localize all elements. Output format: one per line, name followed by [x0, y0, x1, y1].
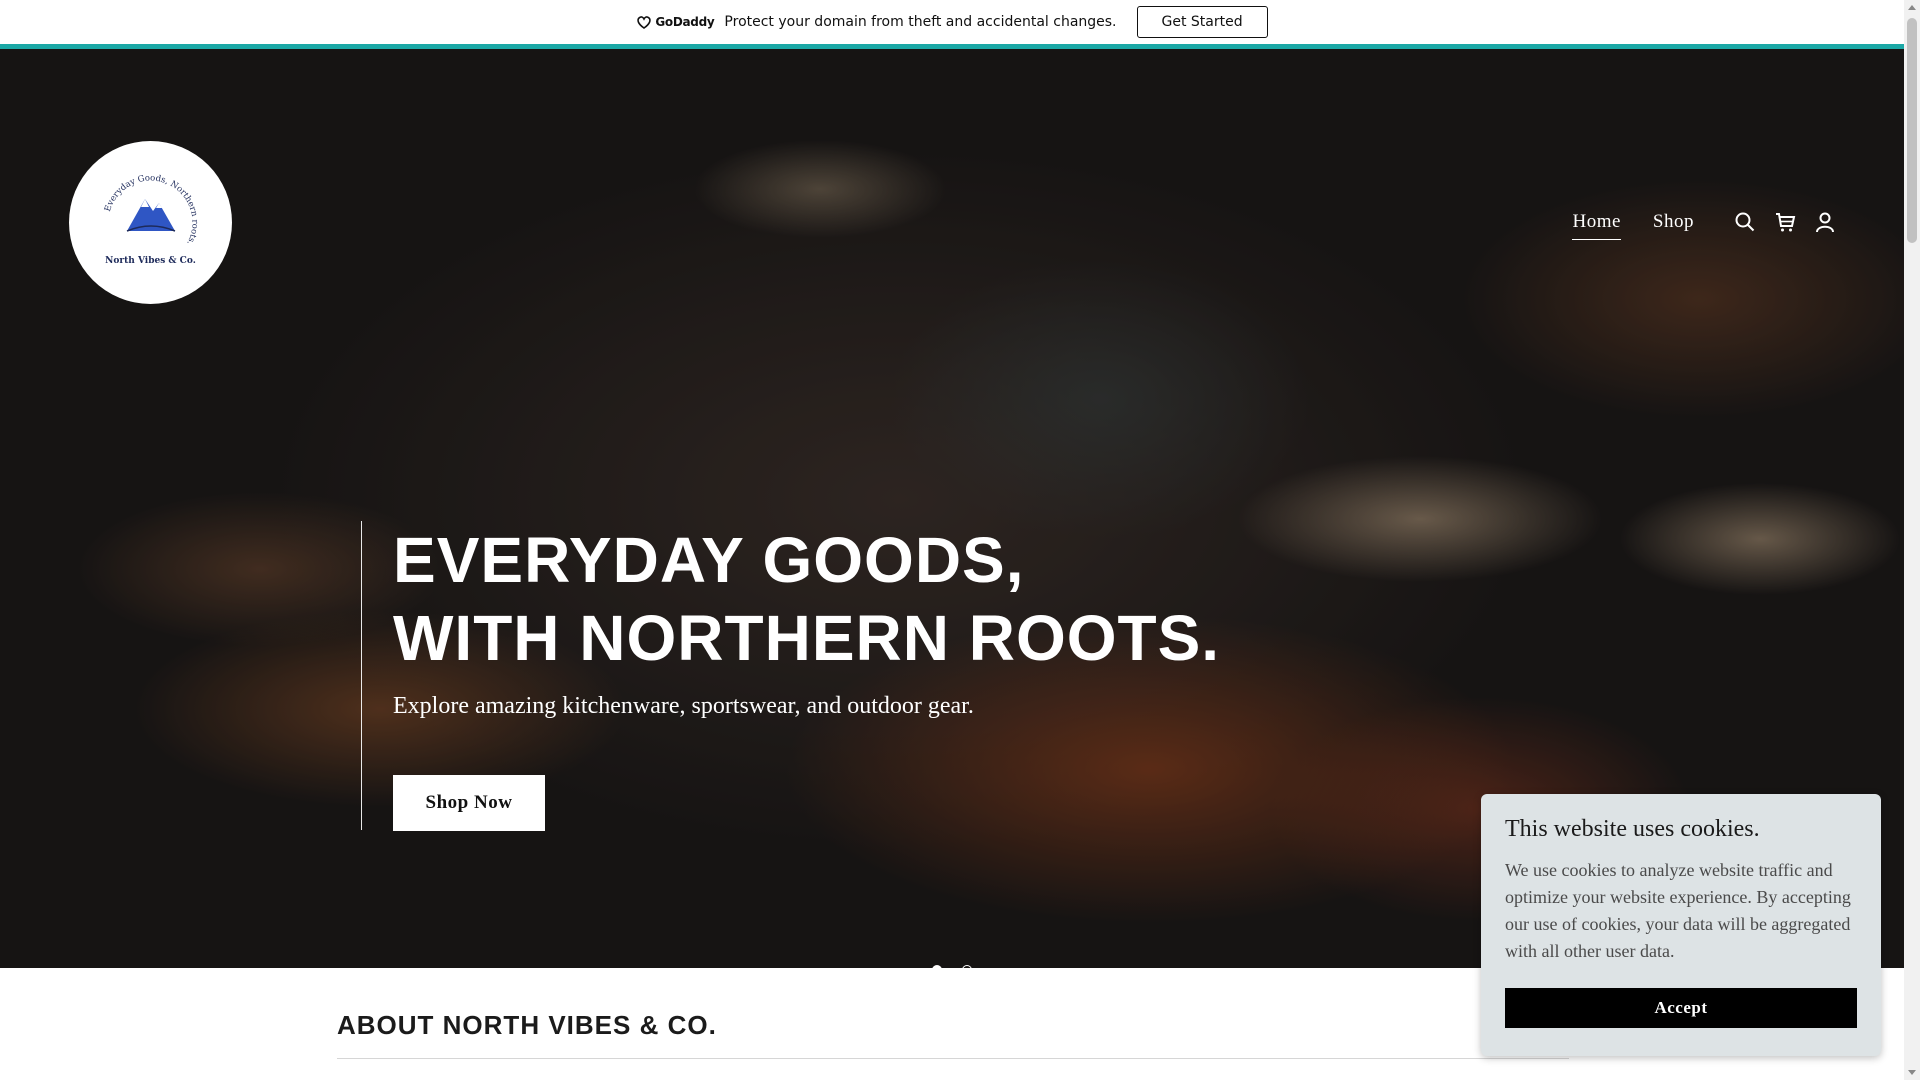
godaddy-logo: GoDaddy [636, 15, 715, 29]
promo-bar: GoDaddy Protect your domain from theft a… [0, 0, 1904, 44]
site-logo[interactable]: Everyday Goods, Northern roots. North Vi… [69, 141, 232, 304]
page-scrollbar[interactable] [1904, 0, 1920, 1080]
nav-item-shop[interactable]: Shop [1653, 211, 1694, 240]
promo-message: Protect your domain from theft and accid… [724, 14, 1117, 30]
hero-title: EVERYDAY GOODS, WITH NORTHERN ROOTS. [393, 521, 1220, 677]
logo-emblem: Everyday Goods, Northern roots. [103, 173, 199, 246]
account-icon[interactable] [1814, 211, 1836, 233]
cookie-text: We use cookies to analyze website traffi… [1505, 860, 1851, 961]
slide-dot-1[interactable] [932, 965, 942, 968]
accept-cookies-button[interactable]: Accept [1505, 988, 1857, 1028]
scroll-up-arrow-icon[interactable] [1908, 5, 1916, 10]
godaddy-icon [637, 16, 652, 29]
hero-title-line1: EVERYDAY GOODS, [393, 524, 1025, 596]
about-divider [337, 1058, 1569, 1059]
hero-title-line2: WITH NORTHERN ROOTS. [393, 602, 1221, 674]
godaddy-wordmark: GoDaddy [655, 15, 715, 29]
get-started-button[interactable]: Get Started [1136, 6, 1268, 38]
main-nav: Home Shop [1572, 211, 1694, 240]
shop-now-button[interactable]: Shop Now [393, 775, 545, 831]
slider-dots [932, 965, 972, 968]
nav-item-home[interactable]: Home [1572, 211, 1621, 240]
hero-subtitle: Explore amazing kitchenware, sportswear,… [393, 693, 974, 719]
logo-name: North Vibes & Co. [105, 256, 196, 266]
hero-divider [361, 521, 362, 830]
cookie-banner: This website uses cookies. We use cookie… [1481, 794, 1881, 1056]
nav-icons [1734, 211, 1836, 233]
about-heading: ABOUT NORTH VIBES & CO. [337, 1010, 717, 1040]
scroll-down-arrow-icon[interactable] [1908, 1070, 1916, 1075]
search-icon[interactable] [1734, 211, 1756, 233]
cart-icon[interactable] [1774, 211, 1796, 233]
scrollbar-thumb[interactable] [1907, 18, 1917, 243]
cookie-title: This website uses cookies. [1505, 816, 1760, 842]
slide-dot-2[interactable] [962, 965, 972, 968]
